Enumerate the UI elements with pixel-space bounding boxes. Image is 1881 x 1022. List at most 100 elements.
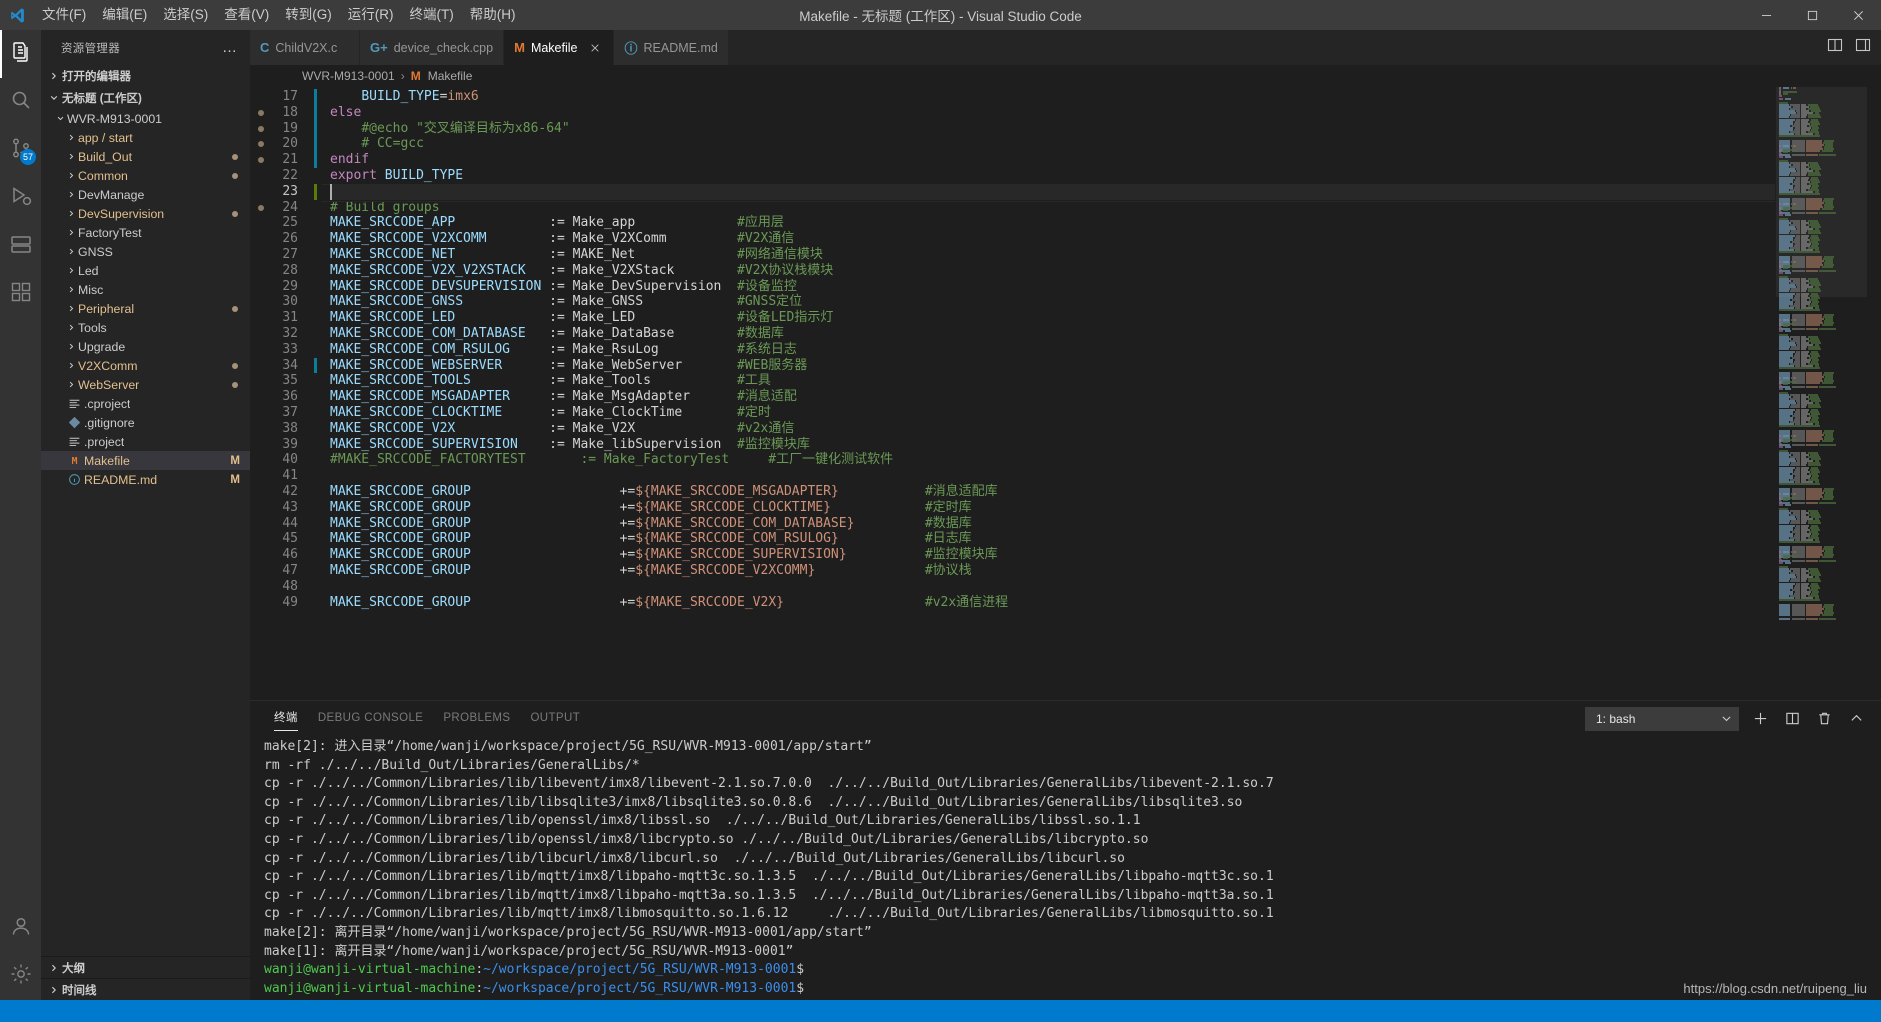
- tab-readme-md[interactable]: ⓘ README.md: [614, 30, 729, 65]
- terminal-select[interactable]: 1: bash: [1585, 706, 1739, 731]
- maximize-panel-icon[interactable]: [1845, 708, 1867, 730]
- code-line[interactable]: MAKE_SRCCODE_CLOCKTIME := Make_ClockTime…: [330, 405, 1775, 421]
- tree-item[interactable]: FactoryTest: [41, 223, 250, 242]
- code-line[interactable]: MAKE_SRCCODE_COM_DATABASE := Make_DataBa…: [330, 326, 1775, 342]
- code-line[interactable]: MAKE_SRCCODE_GROUP +=${MAKE_SRCCODE_CLOC…: [330, 500, 1775, 516]
- menu-terminal[interactable]: 终端(T): [402, 0, 462, 30]
- panel-tab-problems[interactable]: PROBLEMS: [433, 701, 520, 736]
- menu-help[interactable]: 帮助(H): [462, 0, 524, 30]
- code-line[interactable]: MAKE_SRCCODE_TOOLS := Make_Tools #工具: [330, 373, 1775, 389]
- code-line[interactable]: export BUILD_TYPE: [330, 168, 1775, 184]
- panel-tab-output[interactable]: OUTPUT: [520, 701, 590, 736]
- tab-makefile[interactable]: M Makefile: [504, 30, 615, 65]
- code-line[interactable]: else: [330, 105, 1775, 121]
- tab-childv2x-c[interactable]: C ChildV2X.c: [250, 30, 360, 65]
- sidebar-more-actions-icon[interactable]: …: [222, 39, 238, 56]
- code-line[interactable]: #@echo "交叉编译目标为x86-64": [330, 121, 1775, 137]
- code-line[interactable]: MAKE_SRCCODE_COM_RSULOG := Make_RsuLog #…: [330, 342, 1775, 358]
- menu-file[interactable]: 文件(F): [34, 0, 94, 30]
- code-line[interactable]: # Build groups: [330, 200, 1775, 216]
- code-line[interactable]: [330, 183, 1775, 200]
- tree-item[interactable]: Build_Out: [41, 147, 250, 166]
- tree-item[interactable]: app / start: [41, 128, 250, 147]
- code-line[interactable]: [330, 468, 1775, 484]
- menu-run[interactable]: 运行(R): [340, 0, 402, 30]
- maximize-button[interactable]: [1789, 0, 1835, 30]
- code-line[interactable]: MAKE_SRCCODE_GNSS := Make_GNSS #GNSS定位: [330, 294, 1775, 310]
- code-line[interactable]: MAKE_SRCCODE_SUPERVISION := Make_libSupe…: [330, 437, 1775, 453]
- menu-go[interactable]: 转到(G): [277, 0, 340, 30]
- code-line[interactable]: MAKE_SRCCODE_LED := Make_LED #设备LED指示灯: [330, 310, 1775, 326]
- tree-item[interactable]: WebServer: [41, 375, 250, 394]
- close-icon[interactable]: [587, 40, 603, 56]
- tree-item[interactable]: Upgrade: [41, 337, 250, 356]
- code-line[interactable]: MAKE_SRCCODE_DEVSUPERVISION := Make_DevS…: [330, 279, 1775, 295]
- code-line[interactable]: MAKE_SRCCODE_GROUP +=${MAKE_SRCCODE_COM_…: [330, 531, 1775, 547]
- code-line[interactable]: MAKE_SRCCODE_MSGADAPTER := Make_MsgAdapt…: [330, 389, 1775, 405]
- panel-tab-terminal[interactable]: 终端: [264, 701, 308, 736]
- code-line[interactable]: # CC=gcc: [330, 136, 1775, 152]
- outline-section[interactable]: 大纲: [41, 956, 250, 978]
- tree-root-folder[interactable]: WVR-M913-0001: [41, 109, 250, 128]
- tree-item[interactable]: Common: [41, 166, 250, 185]
- code-line[interactable]: MAKE_SRCCODE_GROUP +=${MAKE_SRCCODE_COM_…: [330, 516, 1775, 532]
- more-actions-icon[interactable]: [1855, 37, 1871, 58]
- split-terminal-icon[interactable]: [1781, 708, 1803, 730]
- code-line[interactable]: MAKE_SRCCODE_GROUP +=${MAKE_SRCCODE_MSGA…: [330, 484, 1775, 500]
- activity-manage[interactable]: [0, 952, 41, 1000]
- tree-item[interactable]: GNSS: [41, 242, 250, 261]
- panel-tab-debug-console[interactable]: DEBUG CONSOLE: [308, 701, 434, 736]
- activity-remote-explorer[interactable]: [0, 222, 41, 270]
- code-line[interactable]: MAKE_SRCCODE_GROUP +=${MAKE_SRCCODE_V2X}…: [330, 595, 1775, 611]
- tree-item[interactable]: .gitignore: [41, 413, 250, 432]
- activity-run-debug[interactable]: [0, 174, 41, 222]
- code-line[interactable]: MAKE_SRCCODE_APP := Make_app #应用层: [330, 215, 1775, 231]
- code-line[interactable]: BUILD_TYPE=imx6: [330, 89, 1775, 105]
- tree-item[interactable]: Tools: [41, 318, 250, 337]
- code-line[interactable]: MAKE_SRCCODE_GROUP +=${MAKE_SRCCODE_V2XC…: [330, 563, 1775, 579]
- tree-item[interactable]: .cproject: [41, 394, 250, 413]
- breadcrumb-file[interactable]: Makefile: [428, 69, 473, 83]
- split-editor-icon[interactable]: [1827, 37, 1843, 58]
- tab-device-check-cpp[interactable]: G+ device_check.cpp: [360, 30, 505, 65]
- tree-item[interactable]: .project: [41, 432, 250, 451]
- minimize-button[interactable]: [1743, 0, 1789, 30]
- kill-terminal-icon[interactable]: [1813, 708, 1835, 730]
- activity-explorer[interactable]: [0, 30, 41, 78]
- new-terminal-icon[interactable]: [1749, 708, 1771, 730]
- close-button[interactable]: [1835, 0, 1881, 30]
- activity-accounts[interactable]: [0, 904, 41, 952]
- code-line[interactable]: MAKE_SRCCODE_GROUP +=${MAKE_SRCCODE_SUPE…: [330, 547, 1775, 563]
- tree-item[interactable]: Peripheral: [41, 299, 250, 318]
- tree-item[interactable]: Misc: [41, 280, 250, 299]
- code-editor[interactable]: 17 18 19 20 21 22 23 24 25 26 27 28 29 30 31 32 33 34 35 36…: [250, 87, 1881, 700]
- tree-item[interactable]: Led: [41, 261, 250, 280]
- tree-item[interactable]: DevSupervision: [41, 204, 250, 223]
- terminal-output[interactable]: make[2]: 进入目录“/home/wanji/workspace/proj…: [250, 736, 1881, 1000]
- minimap[interactable]: [1775, 87, 1867, 700]
- code-line[interactable]: MAKE_SRCCODE_WEBSERVER := Make_WebServer…: [330, 358, 1775, 374]
- code-line[interactable]: MAKE_SRCCODE_V2X_V2XSTACK := Make_V2XSta…: [330, 263, 1775, 279]
- tree-item[interactable]: M Makefile M: [41, 451, 250, 470]
- menu-view[interactable]: 查看(V): [216, 0, 277, 30]
- code-line[interactable]: MAKE_SRCCODE_NET := MAKE_Net #网络通信模块: [330, 247, 1775, 263]
- code-line[interactable]: endif: [330, 152, 1775, 168]
- code-line[interactable]: MAKE_SRCCODE_V2XCOMM := Make_V2XComm #V2…: [330, 231, 1775, 247]
- timeline-section[interactable]: 时间线: [41, 978, 250, 1000]
- code-line[interactable]: #MAKE_SRCCODE_FACTORYTEST := Make_Factor…: [330, 452, 1775, 468]
- activity-source-control[interactable]: 57: [0, 126, 41, 174]
- menu-selection[interactable]: 选择(S): [155, 0, 216, 30]
- menu-edit[interactable]: 编辑(E): [94, 0, 155, 30]
- tree-item[interactable]: V2XComm: [41, 356, 250, 375]
- open-editors-section[interactable]: 打开的编辑器: [41, 65, 250, 87]
- code-line[interactable]: MAKE_SRCCODE_V2X := Make_V2X #v2x通信: [330, 421, 1775, 437]
- tree-item[interactable]: README.md M: [41, 470, 250, 489]
- code-content[interactable]: BUILD_TYPE=imx6 else #@echo "交叉编译目标为x86-6…: [322, 87, 1775, 700]
- editor-scrollbar[interactable]: [1867, 87, 1881, 700]
- activity-extensions[interactable]: [0, 270, 41, 318]
- workspace-section[interactable]: 无标题 (工作区): [41, 87, 250, 109]
- tree-item[interactable]: DevManage: [41, 185, 250, 204]
- breadcrumb-folder[interactable]: WVR-M913-0001: [302, 69, 395, 83]
- activity-search[interactable]: [0, 78, 41, 126]
- code-line[interactable]: [330, 579, 1775, 595]
